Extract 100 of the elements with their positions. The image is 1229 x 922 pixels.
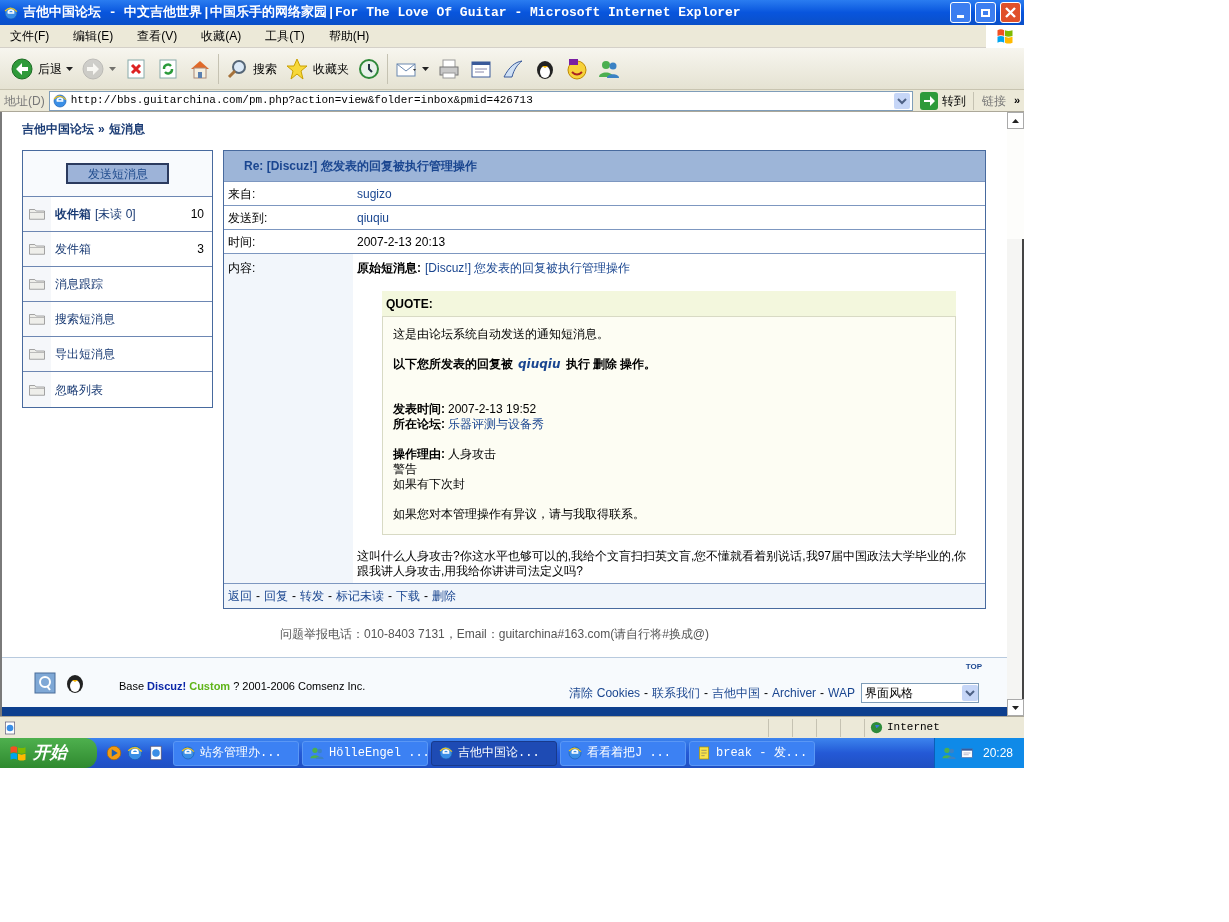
message-title: Re: [Discuz!] 您发表的回复被执行管理操作 xyxy=(244,158,477,175)
style-select[interactable]: 界面风格 xyxy=(861,683,979,703)
field-label: 来自: xyxy=(228,185,256,203)
edition-text: Custom xyxy=(189,679,231,694)
top-link[interactable]: TOP xyxy=(965,661,982,673)
taskbar-button[interactable]: 站务管理办... xyxy=(173,740,299,766)
breadcrumb-link[interactable]: 吉他中国论坛 xyxy=(22,120,94,138)
toolbar-button[interactable]: 后退 xyxy=(6,51,77,86)
toolbar-button[interactable]: 搜索 xyxy=(221,51,281,86)
field-value: 2007-2-13 20:13 xyxy=(357,233,446,251)
footer-link[interactable]: WAP xyxy=(828,684,855,702)
scroll-thumb[interactable] xyxy=(1007,239,1024,699)
menu-item[interactable]: 文件(F) xyxy=(5,27,55,45)
scroll-down-button[interactable] xyxy=(1007,699,1024,716)
field-label: 时间: xyxy=(228,233,256,251)
menu-item[interactable]: 工具(T) xyxy=(260,27,310,45)
quote-label: 操作理由: xyxy=(393,447,445,462)
browser-page-icon xyxy=(51,92,68,109)
windows-logo-icon xyxy=(8,743,28,763)
menu-item[interactable]: 编辑(E) xyxy=(68,27,119,45)
globe-icon xyxy=(869,720,884,735)
scrollbar[interactable] xyxy=(1007,112,1024,716)
separator-text: - xyxy=(256,588,260,605)
separator-text: - xyxy=(704,685,709,702)
links-button[interactable]: 链接 xyxy=(977,91,1010,110)
taskbar-button[interactable]: break - 发... xyxy=(689,740,815,766)
action-link[interactable]: 删除 xyxy=(432,587,456,605)
folder-item[interactable]: 发件箱 3 xyxy=(23,232,212,267)
field-label: 内容: xyxy=(228,261,256,275)
browser-icon xyxy=(3,4,19,21)
close-button[interactable] xyxy=(1000,2,1021,23)
taskbar-button[interactable]: 看看着把J ... xyxy=(560,740,686,766)
taskbar-button[interactable]: 吉他中国论... xyxy=(431,740,557,766)
separator-text: - xyxy=(764,685,769,702)
printer-icon xyxy=(437,56,461,81)
minimize-button[interactable] xyxy=(950,2,971,23)
more-links-button[interactable]: » xyxy=(1013,92,1020,109)
separator-text: - xyxy=(644,685,649,702)
footer-link[interactable]: 清除 Cookies xyxy=(569,684,641,702)
folder-item[interactable]: 忽略列表 xyxy=(23,372,212,407)
address-label: 地址(D) xyxy=(4,92,45,110)
action-link[interactable]: 返回 xyxy=(228,587,252,605)
menu-item[interactable]: 查看(V) xyxy=(132,27,183,45)
folder-item[interactable]: 搜索短消息 xyxy=(23,302,212,337)
user-link[interactable]: qiuqiu xyxy=(518,357,561,372)
go-button[interactable]: 转到 xyxy=(916,91,969,110)
action-link[interactable]: 下载 xyxy=(396,587,420,605)
action-link[interactable]: 转发 xyxy=(300,587,324,605)
quote-text: 这是由论坛系统自动发送的通知短消息。 xyxy=(393,327,610,342)
address-field[interactable]: http://bbs.guitarchina.com/pm.php?action=view&folder=inbox&pmid=426713 xyxy=(48,90,913,111)
window-title: 吉他中国论坛 - 中文吉他世界|中国乐手的网络家园|For The Love Of Guitar - Microsoft Internet Explorer xyxy=(23,3,741,22)
stop-icon xyxy=(124,56,148,81)
message-count: 3 xyxy=(197,241,205,258)
refresh-icon xyxy=(156,56,180,81)
message-count: 10 xyxy=(190,206,205,223)
separator-text: - xyxy=(388,588,392,605)
people-icon xyxy=(941,745,957,761)
dropdown-caret-icon xyxy=(422,66,429,71)
zone-text: Internet xyxy=(887,720,940,736)
close-icon xyxy=(1005,7,1016,18)
quote-text: 以下您所发表的回复被 xyxy=(393,357,513,372)
smiley-icon xyxy=(565,56,589,81)
quick-launch-button[interactable] xyxy=(126,744,144,762)
clock-text: 20:28 xyxy=(982,745,1014,762)
quick-launch-button[interactable] xyxy=(147,744,165,762)
footer-link[interactable]: Archiver xyxy=(772,684,817,702)
quote-text: 警告 xyxy=(393,462,418,477)
breadcrumb-current: 短消息 xyxy=(108,121,145,138)
send-message-button[interactable]: 发送短消息 xyxy=(66,163,169,184)
dropdown-caret-icon xyxy=(66,66,73,71)
taskbar-button[interactable]: HölleEngel ... xyxy=(302,740,428,766)
breadcrumb-separator: » xyxy=(98,121,105,138)
footer-link[interactable]: 联系我们 xyxy=(652,684,701,702)
menu-item[interactable]: 收藏(A) xyxy=(196,27,247,45)
action-link[interactable]: 标记未读 xyxy=(336,587,384,605)
subject-link[interactable]: [Discuz!] 您发表的回复被执行管理操作 xyxy=(425,259,631,277)
down-arrow-icon xyxy=(1012,705,1019,710)
folder-item[interactable]: 收件箱 [未读 0] 10 xyxy=(23,197,212,232)
footer-link[interactable]: 吉他中国 xyxy=(712,684,761,702)
separator-text: - xyxy=(820,685,825,702)
user-link[interactable]: qiuqiu xyxy=(357,208,390,227)
up-arrow-icon xyxy=(1012,118,1019,123)
toolbar-button[interactable]: 收藏夹 xyxy=(281,51,353,86)
unread-count: [未读 0] xyxy=(94,206,136,223)
quote-text: 2007-2-13 19:52 xyxy=(448,402,537,417)
action-link[interactable]: 回复 xyxy=(264,587,288,605)
browser-icon xyxy=(567,745,583,761)
quote-text: 如果您对本管理操作有异议，请与我取得联系。 xyxy=(393,507,646,522)
quick-launch-button[interactable] xyxy=(105,744,123,762)
folder-item[interactable]: 消息跟踪 xyxy=(23,267,212,302)
field-label: 发送到: xyxy=(228,209,268,227)
brand-text: Discuz! xyxy=(147,679,187,694)
forum-link[interactable]: 乐器评测与设备秀 xyxy=(448,417,544,432)
scroll-up-button[interactable] xyxy=(1007,112,1024,129)
separator-text: - xyxy=(328,588,332,605)
page-icon xyxy=(2,719,18,736)
menu-item[interactable]: 帮助(H) xyxy=(323,27,375,45)
folder-item[interactable]: 导出短消息 xyxy=(23,337,212,372)
user-link[interactable]: sugizo xyxy=(357,184,392,203)
restore-button[interactable] xyxy=(975,2,996,23)
